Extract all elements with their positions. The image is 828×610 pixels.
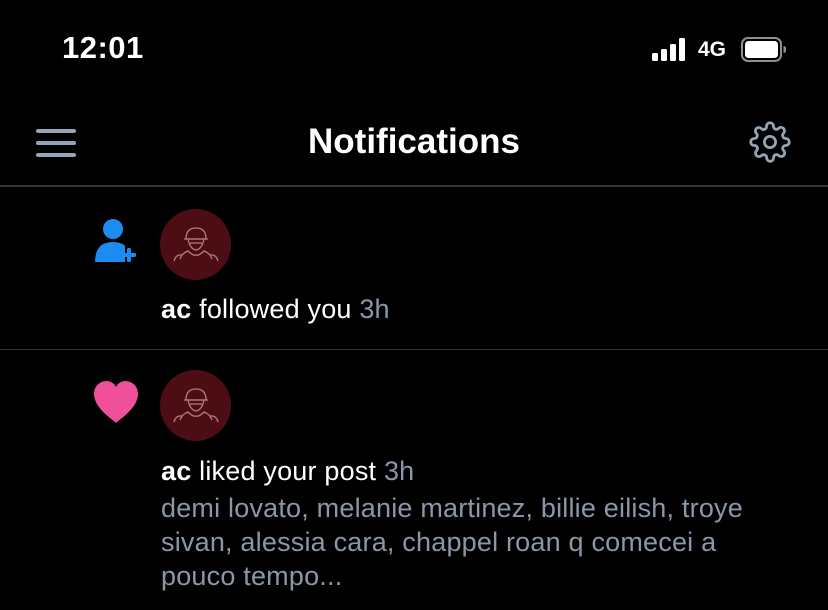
signal-bars-icon [652,37,692,61]
notification-action: liked your post [199,456,377,486]
notification-time: 3h [383,456,415,486]
header-divider [0,185,828,187]
notification-follow[interactable]: ac followed you 3h [0,188,828,349]
notification-text: ac followed you 3h [161,294,390,325]
status-time: 12:01 [62,30,144,65]
avatar-image-icon [173,388,219,423]
notification-action: followed you [199,294,352,324]
gear-icon [749,121,791,163]
battery-icon [741,37,786,62]
notification-like[interactable]: ac liked your post 3h demi lovato, melan… [0,350,828,610]
network-type: 4G [698,38,727,61]
notification-username[interactable]: ac [161,456,191,486]
header: Notifications [0,100,828,186]
settings-button[interactable] [749,121,791,163]
avatar[interactable] [160,209,231,280]
status-bar: 12:01 4G [0,0,828,100]
avatar[interactable] [160,370,231,441]
heart-icon [94,381,138,423]
notification-text: ac liked your post 3h [161,456,414,487]
avatar-image-icon [173,227,219,262]
notification-username[interactable]: ac [161,294,191,324]
page-title: Notifications [308,122,520,161]
notification-time: 3h [359,294,390,324]
post-preview[interactable]: demi lovato, melanie martinez, billie ei… [161,491,781,593]
follow-user-icon [95,219,136,262]
